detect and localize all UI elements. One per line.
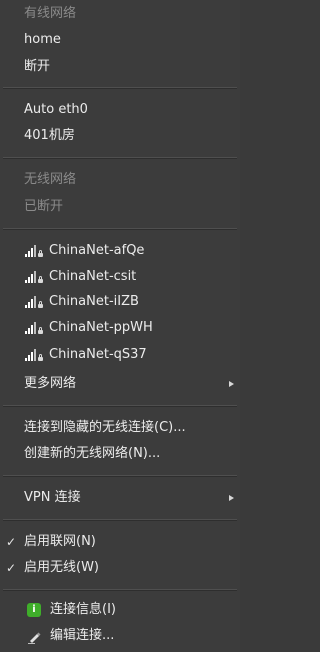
wifi-signal-locked-icon (25, 349, 45, 361)
wireless-network-header: 无线网络 (0, 168, 240, 192)
ethernet-name-label: Auto eth0 (24, 102, 88, 117)
separator (3, 157, 237, 159)
wired-disconnect-label: 断开 (24, 59, 51, 74)
connect-hidden-wifi-item[interactable]: 连接到隐藏的无线连接(C)... (0, 416, 240, 440)
edit-connections-item[interactable]: 编辑连接... (0, 624, 240, 648)
wireless-network-header-label: 无线网络 (24, 172, 77, 187)
network-menu: 有线网络 home 断开 Auto eth0 401机房 无线网络 已断开 Ch… (0, 0, 240, 652)
wifi-ssid-label: ChinaNet-qS37 (49, 347, 147, 362)
wifi-network-item[interactable]: ChinaNet-afQe (0, 239, 240, 263)
wifi-ssid-label: ChinaNet-csit (49, 269, 137, 284)
separator (3, 405, 237, 407)
ethernet-room-label: 401机房 (24, 128, 75, 143)
ethernet-room-item[interactable]: 401机房 (0, 124, 240, 148)
connect-hidden-wifi-label: 连接到隐藏的无线连接(C)... (24, 420, 186, 435)
enable-networking-toggle[interactable]: ✓ 启用联网(N) (0, 530, 240, 554)
wifi-network-item[interactable]: ChinaNet-qS37 (0, 343, 240, 367)
ethernet-auto-eth0[interactable]: Auto eth0 (0, 98, 240, 122)
wifi-ssid-label: ChinaNet-afQe (49, 243, 145, 258)
wireless-status: 已断开 (0, 195, 240, 219)
create-new-wifi-label: 创建新的无线网络(N)... (24, 446, 161, 461)
wifi-network-item[interactable]: ChinaNet-csit (0, 265, 240, 289)
separator (3, 475, 237, 477)
connection-info-label: 连接信息(I) (50, 602, 116, 617)
wifi-signal-locked-icon (25, 271, 45, 283)
wired-network-header: 有线网络 (0, 2, 240, 26)
wired-network-header-label: 有线网络 (24, 6, 77, 21)
edit-pencil-icon (28, 632, 41, 644)
separator (3, 589, 237, 591)
checkmark-icon: ✓ (6, 561, 17, 575)
connection-info-item[interactable]: 连接信息(I) (0, 598, 240, 622)
wifi-network-item[interactable]: ChinaNet-iIZB (0, 290, 240, 314)
wireless-status-label: 已断开 (24, 199, 64, 214)
enable-networking-label: 启用联网(N) (24, 534, 96, 549)
wired-connection-label: home (24, 32, 61, 47)
create-new-wifi-item[interactable]: 创建新的无线网络(N)... (0, 442, 240, 466)
vpn-connections-submenu[interactable]: VPN 连接 (0, 486, 240, 510)
submenu-arrow-icon (229, 495, 234, 501)
info-icon (27, 603, 41, 617)
wired-disconnect-item[interactable]: 断开 (0, 55, 240, 79)
wired-connection-home[interactable]: home (0, 28, 240, 52)
wifi-signal-locked-icon (25, 296, 45, 308)
separator (3, 228, 237, 230)
separator (3, 87, 237, 89)
enable-wireless-label: 启用无线(W) (24, 560, 99, 575)
submenu-arrow-icon (229, 381, 234, 387)
checkmark-icon: ✓ (6, 535, 17, 549)
wifi-network-item[interactable]: ChinaNet-ppWH (0, 316, 240, 340)
wifi-ssid-label: ChinaNet-iIZB (49, 294, 139, 309)
wifi-signal-locked-icon (25, 322, 45, 334)
wifi-ssid-label: ChinaNet-ppWH (49, 320, 153, 335)
more-networks-submenu[interactable]: 更多网络 (0, 372, 240, 396)
wifi-signal-locked-icon (25, 245, 45, 257)
edit-connections-label: 编辑连接... (50, 628, 115, 643)
separator (3, 519, 237, 521)
more-networks-label: 更多网络 (24, 376, 77, 391)
enable-wireless-toggle[interactable]: ✓ 启用无线(W) (0, 556, 240, 580)
vpn-label: VPN 连接 (24, 490, 81, 505)
